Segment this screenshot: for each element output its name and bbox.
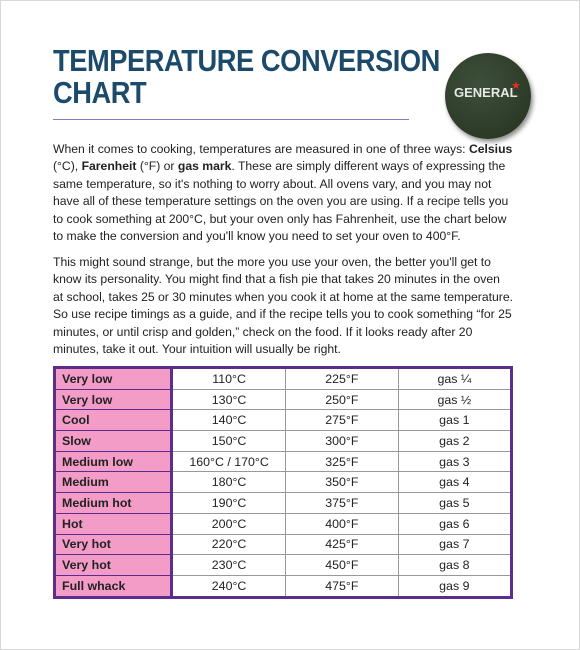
celsius-term: Celsius bbox=[468, 142, 513, 156]
gas-mark-cell: gas 6 bbox=[397, 512, 513, 535]
text: (°F) or bbox=[136, 159, 178, 174]
page-title: TEMPERATURE CONVERSION CHART bbox=[53, 43, 440, 110]
celsius-cell: 160°C / 170°C bbox=[171, 450, 286, 473]
celsius-cell: 230°C bbox=[171, 554, 286, 576]
celsius-cell: 110°C bbox=[171, 367, 286, 390]
table-row: Full whack 240°C 475°F gas 9 bbox=[53, 574, 513, 598]
title-divider bbox=[53, 119, 409, 120]
fahrenheit-cell: 475°F bbox=[284, 574, 399, 598]
text: (°C), bbox=[53, 159, 82, 174]
heat-label: Full whack bbox=[53, 574, 174, 598]
heat-label: Very low bbox=[53, 367, 174, 390]
table-row: Very hot 220°C 425°F gas 7 bbox=[53, 533, 513, 556]
heat-label: Very hot bbox=[53, 533, 174, 556]
table-row: Medium 180°C 350°F gas 4 bbox=[53, 471, 513, 494]
gas-mark-cell: gas ¼ bbox=[397, 367, 513, 390]
badge-label: GENERAL bbox=[454, 85, 518, 100]
celsius-cell: 190°C bbox=[171, 492, 286, 514]
fahrenheit-cell: 300°F bbox=[284, 430, 399, 452]
celsius-cell: 140°C bbox=[171, 409, 286, 432]
celsius-cell: 240°C bbox=[171, 574, 286, 598]
celsius-cell: 180°C bbox=[171, 471, 286, 494]
fahrenheit-cell: 225°F bbox=[284, 367, 399, 390]
fahrenheit-cell: 350°F bbox=[284, 471, 399, 494]
gas-mark-cell: gas 1 bbox=[397, 409, 513, 432]
intro-paragraph: When it comes to cooking, temperatures a… bbox=[53, 141, 513, 245]
fahrenheit-cell: 450°F bbox=[284, 554, 399, 576]
table-row: Slow 150°C 300°F gas 2 bbox=[53, 430, 513, 452]
gas-mark-cell: gas 3 bbox=[397, 450, 513, 473]
fahrenheit-cell: 325°F bbox=[284, 450, 399, 473]
gas-mark-term: gas mark bbox=[177, 159, 232, 174]
heat-label: Medium hot bbox=[53, 492, 174, 514]
gas-mark-cell: gas ½ bbox=[397, 388, 513, 411]
celsius-cell: 200°C bbox=[171, 512, 286, 535]
fahrenheit-cell: 375°F bbox=[284, 492, 399, 514]
fahrenheit-cell: 250°F bbox=[284, 388, 399, 411]
star-icon: ★ bbox=[511, 80, 521, 92]
gas-mark-cell: gas 7 bbox=[397, 533, 513, 556]
table-row: Medium low 160°C / 170°C 325°F gas 3 bbox=[53, 450, 513, 473]
table-row: Very low 130°C 250°F gas ½ bbox=[53, 388, 513, 411]
heat-label: Cool bbox=[53, 409, 174, 432]
heat-label: Medium bbox=[53, 471, 174, 494]
gas-mark-cell: gas 5 bbox=[397, 492, 513, 514]
conversion-table: Very low 110°C 225°F gas ¼ Very low 130°C 250°… bbox=[53, 366, 513, 599]
fahrenheit-cell: 400°F bbox=[284, 512, 399, 535]
heat-label: Medium low bbox=[53, 450, 174, 473]
gas-mark-cell: gas 8 bbox=[397, 554, 513, 576]
heat-label: Hot bbox=[53, 512, 174, 535]
table-row: Cool 140°C 275°F gas 1 bbox=[53, 409, 513, 432]
gas-mark-cell: gas 4 bbox=[397, 471, 513, 494]
heat-label: Slow bbox=[53, 430, 174, 452]
heat-label: Very hot bbox=[53, 554, 174, 576]
document-page: TEMPERATURE CONVERSION CHART GENERAL ★ Wh… bbox=[0, 0, 580, 650]
gas-mark-cell: gas 2 bbox=[397, 430, 513, 452]
celsius-cell: 150°C bbox=[171, 430, 286, 452]
table-row: Very low 110°C 225°F gas ¼ bbox=[53, 367, 513, 390]
celsius-cell: 130°C bbox=[171, 388, 286, 411]
table-row: Medium hot 190°C 375°F gas 5 bbox=[53, 492, 513, 514]
gas-mark-cell: gas 9 bbox=[397, 574, 513, 598]
fahrenheit-cell: 275°F bbox=[284, 409, 399, 432]
table-row: Very hot 230°C 450°F gas 8 bbox=[53, 554, 513, 576]
text: When it comes to cooking, temperatures a… bbox=[53, 142, 469, 156]
table-row: Hot 200°C 400°F gas 6 bbox=[53, 512, 513, 535]
general-badge-logo: GENERAL ★ bbox=[445, 53, 531, 139]
celsius-cell: 220°C bbox=[171, 533, 286, 556]
oven-paragraph: This might sound strange, but the more y… bbox=[53, 255, 513, 357]
heat-label: Very low bbox=[53, 388, 174, 411]
farenheit-term: Farenheit bbox=[81, 159, 137, 174]
fahrenheit-cell: 425°F bbox=[284, 533, 399, 556]
